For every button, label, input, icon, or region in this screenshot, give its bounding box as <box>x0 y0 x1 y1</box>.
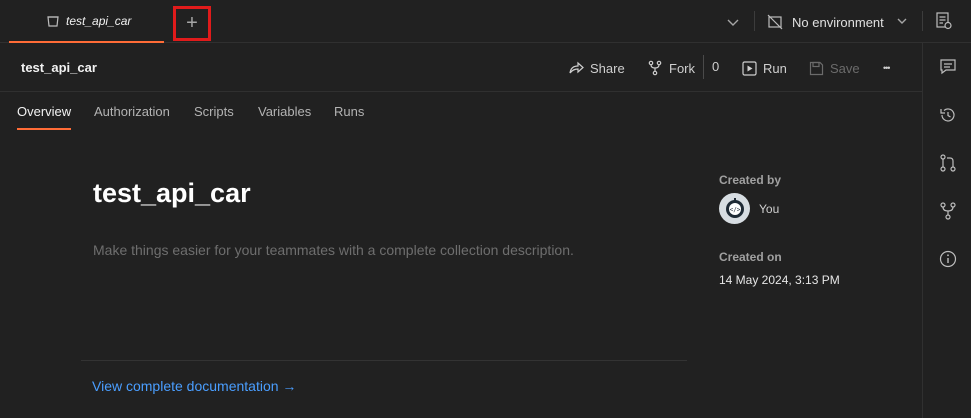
more-icon: ••• <box>883 63 891 73</box>
description-placeholder[interactable]: Make things easier for your teammates wi… <box>93 242 574 258</box>
fork-count[interactable]: 0 <box>703 55 719 79</box>
new-tab-button[interactable]: + <box>173 6 211 41</box>
plus-icon: + <box>186 12 198 34</box>
svg-text:</>: </> <box>729 206 740 213</box>
environment-selector[interactable]: No environment <box>766 8 911 36</box>
creator-name: You <box>759 202 780 216</box>
fork-label: Fork <box>669 60 695 76</box>
more-options-button[interactable]: ••• <box>883 57 891 79</box>
right-sidebar <box>922 43 971 418</box>
chevron-down-icon[interactable] <box>723 12 743 32</box>
tab-overview[interactable]: Overview <box>17 104 72 130</box>
created-on-value: 14 May 2024, 3:13 PM <box>719 273 840 287</box>
run-icon <box>742 60 757 76</box>
collection-icon <box>47 16 59 27</box>
share-icon <box>569 61 584 74</box>
collection-subtabs: Overview Authorization Scripts Variables… <box>0 92 922 132</box>
run-label: Run <box>763 60 787 76</box>
pull-request-icon[interactable] <box>938 153 958 173</box>
save-button[interactable]: Save <box>809 57 860 79</box>
fork-button[interactable]: Fork <box>647 57 695 79</box>
content-divider <box>81 360 687 361</box>
created-on-label: Created on <box>719 250 782 264</box>
robot-avatar-icon: </> <box>725 197 744 218</box>
info-icon[interactable] <box>938 249 958 269</box>
no-environment-icon <box>767 14 783 30</box>
view-documentation-link[interactable]: View complete documentation → <box>92 378 296 394</box>
comments-icon[interactable] <box>938 57 958 77</box>
tab-variables[interactable]: Variables <box>258 104 311 119</box>
save-label: Save <box>830 60 860 76</box>
collection-header: test_api_car Share Fork 0 Run Save ••• <box>0 43 922 92</box>
tab-test-api-car[interactable]: test_api_car <box>9 0 164 43</box>
created-by-label: Created by <box>719 173 782 187</box>
tab-label: test_api_car <box>66 13 132 28</box>
environment-settings-icon[interactable] <box>935 11 953 31</box>
environment-label: No environment <box>792 14 884 30</box>
history-icon[interactable] <box>938 105 958 125</box>
run-button[interactable]: Run <box>742 57 787 79</box>
fork-icon[interactable] <box>938 201 958 221</box>
tab-scripts[interactable]: Scripts <box>194 104 234 119</box>
share-label: Share <box>590 60 625 76</box>
tab-bar: test_api_car + No environment <box>0 0 971 43</box>
divider <box>922 11 923 31</box>
fork-icon <box>648 60 662 76</box>
chevron-down-icon <box>897 18 907 24</box>
share-button[interactable]: Share <box>568 57 625 79</box>
collection-name: test_api_car <box>21 60 97 75</box>
overview-title[interactable]: test_api_car <box>93 178 251 209</box>
tab-runs[interactable]: Runs <box>334 104 364 119</box>
save-icon <box>809 61 824 75</box>
divider <box>754 11 755 31</box>
avatar: </> <box>719 193 750 224</box>
tab-authorization[interactable]: Authorization <box>94 104 170 119</box>
